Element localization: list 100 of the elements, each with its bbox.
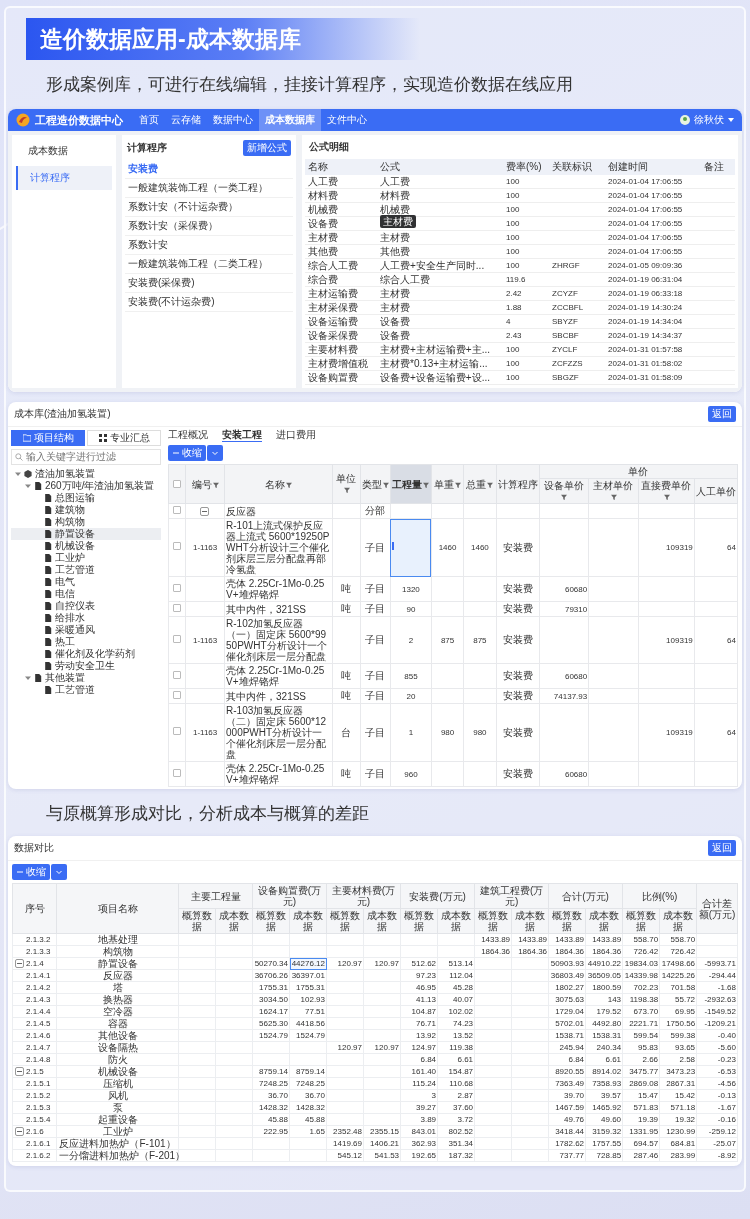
filter-icon[interactable] xyxy=(423,481,430,488)
tree-item[interactable]: 构筑物 xyxy=(55,516,85,528)
side-tab[interactable]: 专业汇总 xyxy=(87,430,161,446)
search-field[interactable]: 输入关键字进行过滤 xyxy=(11,449,161,465)
table-cell: 362.93 xyxy=(411,1138,437,1148)
table-cell: 8914.02 xyxy=(592,1066,622,1076)
tree-item[interactable]: 工业炉 xyxy=(55,552,85,564)
user-name[interactable]: 徐秋伏 xyxy=(694,113,724,127)
table-cell: 泵 xyxy=(112,1101,123,1113)
filter-icon[interactable] xyxy=(212,481,219,488)
tree-item[interactable]: 总图运输 xyxy=(55,492,95,504)
tree-item[interactable]: 劳动安全卫生 xyxy=(55,660,115,672)
caret-down-icon[interactable] xyxy=(15,471,21,477)
caret-down-icon[interactable] xyxy=(728,118,734,122)
side-tab[interactable]: 项目结构 xyxy=(11,430,85,446)
table-cell: -0.40 xyxy=(717,1030,736,1040)
collapse-icon[interactable] xyxy=(15,1066,24,1076)
dropdown-button[interactable] xyxy=(207,445,223,461)
checkbox[interactable] xyxy=(173,542,182,550)
program-list-item[interactable]: 系数计安 xyxy=(125,236,293,255)
tree-item[interactable]: 其他装置 xyxy=(45,672,85,684)
checkbox[interactable] xyxy=(173,479,182,488)
tab[interactable]: 进口费用 xyxy=(276,429,316,442)
avatar-icon[interactable] xyxy=(680,115,690,125)
checkbox[interactable] xyxy=(173,583,182,592)
sidebar-item[interactable]: 成本数据 xyxy=(16,139,112,163)
table-cell: 100 xyxy=(506,191,520,200)
tree-item[interactable]: 建筑物 xyxy=(55,504,85,516)
filter-icon[interactable] xyxy=(611,494,617,500)
table-cell: 41.13 xyxy=(416,994,437,1004)
tab[interactable]: 安装工程 xyxy=(222,429,262,442)
dropdown-button[interactable] xyxy=(51,864,67,880)
caret-down-icon[interactable] xyxy=(25,483,31,489)
tab[interactable]: 工程概况 xyxy=(168,429,208,442)
filter-icon[interactable] xyxy=(561,494,568,500)
program-list-item[interactable]: 一般建筑装饰工程（二类工程） xyxy=(125,255,293,274)
table-cell: 1433.89 xyxy=(518,934,548,944)
collapse-icon[interactable] xyxy=(15,1126,24,1136)
add-formula-button[interactable]: 新增公式 xyxy=(243,140,291,156)
tree-item[interactable]: 热工 xyxy=(55,636,75,648)
tree-item[interactable]: 给排水 xyxy=(55,612,85,624)
tree-item[interactable]: 电气 xyxy=(55,576,75,588)
checkbox[interactable] xyxy=(173,768,182,777)
checkbox[interactable] xyxy=(173,505,182,514)
table-cell: 设备隔热 xyxy=(97,1041,138,1053)
table-cell: 179.52 xyxy=(596,1006,622,1016)
table-cell: 1-1163 xyxy=(192,543,218,552)
tree-item[interactable]: 电信 xyxy=(55,588,75,600)
table-cell: SBCBF xyxy=(552,331,579,340)
tree-item[interactable]: 260万吨/年渣油加氢装置 xyxy=(45,480,155,492)
collapse-icon[interactable] xyxy=(15,958,24,968)
nav-tab[interactable]: 首页 xyxy=(133,109,165,131)
back-button[interactable]: 返回 xyxy=(708,840,736,856)
tree-item[interactable]: 工艺管道 xyxy=(55,684,95,696)
table-cell: 513.14 xyxy=(448,958,474,968)
table-cell: 728.85 xyxy=(596,1150,622,1160)
checkbox[interactable] xyxy=(173,603,182,612)
tree-item[interactable]: 工艺管道 xyxy=(55,564,95,576)
collapse-button[interactable]: 收缩 xyxy=(12,864,50,880)
nav-tab[interactable]: 文件中心 xyxy=(321,109,373,131)
caret-down-icon[interactable] xyxy=(25,675,31,681)
program-list-item[interactable]: 安装费 xyxy=(125,160,293,179)
tree-item[interactable]: 渣油加氢装置 xyxy=(35,468,95,480)
nav-tab[interactable]: 数据中心 xyxy=(207,109,259,131)
collapse-button[interactable]: 收缩 xyxy=(168,445,206,461)
table-cell: 960 xyxy=(404,769,418,779)
table-cell: 100 xyxy=(506,177,520,186)
filter-icon[interactable] xyxy=(663,494,670,500)
tree-item[interactable]: 机械设备 xyxy=(55,540,95,552)
filter-icon[interactable] xyxy=(285,481,292,488)
filter-icon[interactable] xyxy=(382,481,389,488)
program-list-item[interactable]: 系数计安（采保费） xyxy=(125,217,293,236)
table-cell: 吨 xyxy=(341,768,352,779)
column-header: 创建时间 xyxy=(605,159,701,175)
tree-item[interactable]: 采暖通风 xyxy=(55,624,95,636)
table-cell: 2352.48 xyxy=(333,1126,362,1136)
back-button[interactable]: 返回 xyxy=(708,406,736,422)
filter-icon[interactable] xyxy=(455,481,462,488)
tree-item[interactable]: 自控仪表 xyxy=(55,600,95,612)
checkbox[interactable] xyxy=(173,690,182,699)
program-list-item[interactable]: 安装费(采保费) xyxy=(125,274,293,293)
program-list-item[interactable]: 安装费(不计运杂费) xyxy=(125,293,293,312)
table-cell: 1465.92 xyxy=(592,1102,622,1112)
nav-tab[interactable]: 云存储 xyxy=(165,109,207,131)
filter-icon[interactable] xyxy=(343,487,350,493)
column-header: 项目名称 xyxy=(97,903,138,914)
table-cell: 安装费 xyxy=(502,670,533,681)
program-list-item[interactable]: 一般建筑装饰工程（一类工程） xyxy=(125,179,293,198)
sidebar-item[interactable]: 计算程序 xyxy=(16,166,112,190)
table-cell: 1524.79 xyxy=(296,1030,325,1040)
table-cell: 2024-01-05 09:09:36 xyxy=(608,261,683,270)
checkbox[interactable] xyxy=(173,670,182,679)
table-cell: 39.27 xyxy=(416,1102,437,1112)
table-cell: 机械费 xyxy=(308,203,338,215)
program-list-item[interactable]: 系数计安（不计运杂费） xyxy=(125,198,293,217)
checkbox[interactable] xyxy=(173,634,182,643)
checkbox[interactable] xyxy=(173,727,182,735)
collapse-icon[interactable] xyxy=(199,506,209,516)
tree-item[interactable]: 催化剂及化学药剂 xyxy=(55,648,135,660)
filter-icon[interactable] xyxy=(487,481,494,488)
